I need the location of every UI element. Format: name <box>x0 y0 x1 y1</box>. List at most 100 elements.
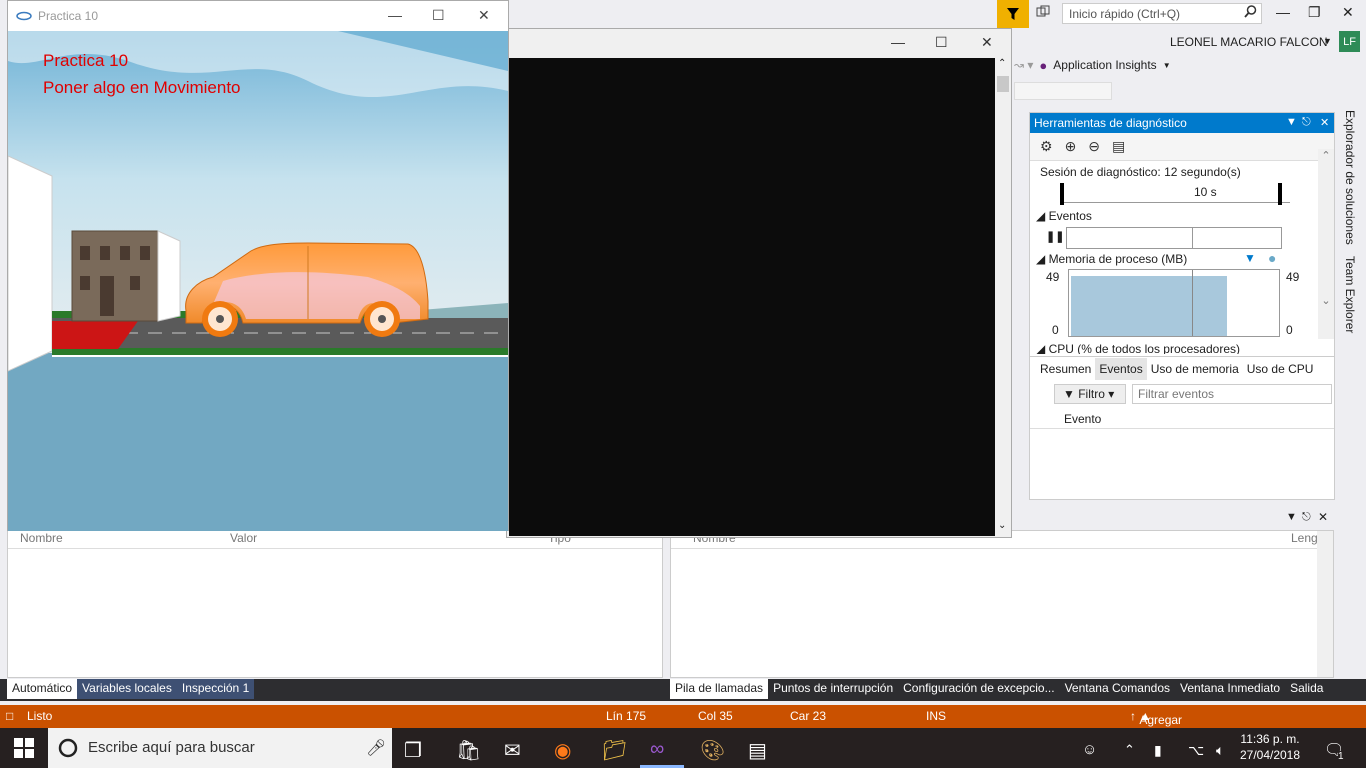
column-name[interactable]: Nombre <box>20 531 63 547</box>
tab-breakpoints[interactable]: Puntos de interrupción <box>768 679 898 699</box>
paint-icon[interactable]: 🎨︎ <box>700 738 725 763</box>
people-icon[interactable]: ☺ <box>1082 741 1097 758</box>
tab-command-window[interactable]: Ventana Comandos <box>1060 679 1175 699</box>
tab-immediate-window[interactable]: Ventana Inmediato <box>1175 679 1285 699</box>
close-icon[interactable]: ✕ <box>478 7 490 24</box>
tab-automatic[interactable]: Automático <box>7 679 78 699</box>
filter-events-input[interactable]: Filtrar eventos <box>1132 384 1332 404</box>
wifi-icon[interactable]: ⌥ <box>1188 742 1204 759</box>
console-app-icon[interactable]: ▤ <box>748 738 767 763</box>
volume-icon[interactable]: 🔈︎ <box>1216 742 1224 759</box>
memory-section-header[interactable]: ◢ Memoria de proceso (MB) <box>1036 252 1187 266</box>
vs-minimize-icon[interactable]: — <box>1276 4 1290 20</box>
clock[interactable]: 11:36 p. m. 27/04/2018 <box>1238 731 1302 763</box>
tab-solution-explorer[interactable]: Explorador de soluciones <box>1343 110 1357 245</box>
diag-scrollbar[interactable]: ⌃ ⌄ <box>1318 149 1334 339</box>
header-divider <box>8 548 662 549</box>
column-value[interactable]: Valor <box>230 531 257 547</box>
events-track[interactable] <box>1066 227 1282 249</box>
callstack-scrollbar[interactable] <box>1317 531 1333 677</box>
firefox-icon[interactable]: ◉ <box>554 738 571 763</box>
tab-call-stack[interactable]: Pila de llamadas <box>670 679 769 699</box>
toolbar-arrows-icon[interactable]: ↝ ▾ <box>1014 58 1033 72</box>
vs-restore-icon[interactable]: ❐ <box>1308 4 1321 21</box>
tab-summary[interactable]: Resumen <box>1036 358 1095 380</box>
battery-icon[interactable]: ▮ <box>1154 742 1162 759</box>
toolbar-combo[interactable] <box>1014 82 1112 100</box>
pin-icon[interactable]: ⎋ <box>1302 511 1311 524</box>
windows-start-icon[interactable] <box>14 738 34 761</box>
application-insights-toolbar[interactable]: ↝ ▾ ● Application Insights ▼ <box>1014 56 1171 74</box>
gc-marker-icon: ● <box>1268 250 1277 266</box>
search-icon[interactable] <box>1244 5 1257 21</box>
file-explorer-icon[interactable]: 📁︎ <box>602 738 627 763</box>
status-col: Col 35 <box>698 709 733 723</box>
events-section-label: Eventos <box>1048 209 1092 223</box>
memory-graph[interactable] <box>1068 269 1280 337</box>
3d-scene[interactable]: Practica 10 Poner algo en Movimiento <box>8 31 508 531</box>
events-column-header[interactable]: Evento <box>1030 409 1334 429</box>
scene-render <box>8 31 508 531</box>
close-icon[interactable]: ✕ <box>1318 510 1328 524</box>
store-icon[interactable]: 🛍︎ <box>456 738 481 763</box>
close-icon[interactable]: ✕ <box>981 34 993 51</box>
console-scrollbar[interactable]: ⌃ ⌄ <box>995 58 1011 536</box>
events-section-header[interactable]: ◢ Eventos <box>1036 209 1092 223</box>
memory-section-label: Memoria de proceso (MB) <box>1048 252 1188 266</box>
maximize-icon[interactable]: ☐ <box>935 34 948 51</box>
status-line: Lín 175 <box>606 709 647 723</box>
tab-watch-1[interactable]: Inspección 1 <box>176 679 255 699</box>
timeline-start-marker[interactable] <box>1060 183 1064 205</box>
gl-titlebar[interactable]: Practica 10 — ☐ ✕ <box>8 1 508 31</box>
chart-icon[interactable]: ▤ <box>1112 138 1125 155</box>
pin-icon[interactable]: ⎋ <box>1302 116 1311 129</box>
close-icon[interactable]: ✕ <box>1320 116 1329 129</box>
console-output[interactable] <box>509 58 995 536</box>
locals-panel: Nombre Valor Tipo <box>7 530 663 678</box>
chevron-down-icon[interactable]: ▼ <box>1163 61 1171 70</box>
chevron-down-icon[interactable]: ▼ <box>1286 116 1297 128</box>
filter-button[interactable]: ▼︎ Filtro ▾ <box>1054 384 1126 404</box>
feedback-filter-icon[interactable] <box>997 0 1029 28</box>
tab-local-variables[interactable]: Variables locales <box>77 679 177 699</box>
window-layout-icon[interactable] <box>1036 5 1050 22</box>
taskbar-search[interactable]: Escribe aquí para buscar 🎤︎ <box>48 728 392 768</box>
scroll-up-icon[interactable]: ⌃ <box>998 58 1006 69</box>
mail-icon[interactable]: ✉ <box>504 738 521 763</box>
minimize-icon[interactable]: — <box>388 7 402 23</box>
task-view-icon[interactable]: ❐ <box>404 738 422 763</box>
cpu-section-header[interactable]: ◢ CPU (% de todos los procesadores) <box>1036 342 1240 354</box>
tab-cpu-usage[interactable]: Uso de CPU <box>1243 358 1318 380</box>
visual-studio-icon[interactable]: ∞ <box>650 738 664 761</box>
tab-team-explorer[interactable]: Team Explorer <box>1343 256 1357 333</box>
chevron-up-icon[interactable]: ⌃ <box>1124 742 1135 758</box>
user-name[interactable]: LEONEL MACARIO FALCON <box>1170 35 1328 49</box>
tab-output[interactable]: Salida <box>1285 679 1328 699</box>
session-label: Sesión de diagnóstico: 12 segundo(s) <box>1040 165 1241 179</box>
column-language[interactable]: Leng <box>1291 531 1318 547</box>
pause-icon[interactable]: ❚❚ <box>1046 230 1064 243</box>
locals-tabs: Automático Variables locales Inspección … <box>7 679 255 699</box>
chevron-down-icon[interactable]: ▼ <box>1323 36 1332 46</box>
filter-label: Filtro <box>1078 387 1105 401</box>
vs-close-icon[interactable]: ✕ <box>1342 4 1354 21</box>
callstack-panel: Nombre Leng <box>670 530 1334 678</box>
minimize-icon[interactable]: — <box>891 34 905 50</box>
source-control-button[interactable]: ↑ Agregar al control de código fuente ▲ <box>1130 709 1182 768</box>
scroll-down-icon[interactable]: ⌄ <box>998 520 1006 531</box>
tab-memory-usage[interactable]: Uso de memoria <box>1147 358 1243 380</box>
quick-launch-input[interactable]: Inicio rápido (Ctrl+Q) <box>1062 3 1262 24</box>
tab-exception-settings[interactable]: Configuración de excepcio... <box>898 679 1059 699</box>
chevron-down-icon[interactable]: ▼ <box>1286 511 1297 523</box>
scroll-thumb[interactable] <box>997 76 1009 92</box>
zoom-in-icon[interactable]: ⊕ <box>1065 138 1077 155</box>
zoom-out-icon[interactable]: ⊖ <box>1088 138 1100 155</box>
maximize-icon[interactable]: ☐ <box>432 7 445 24</box>
avatar[interactable]: LF <box>1339 31 1360 52</box>
timeline-end-marker[interactable] <box>1278 183 1282 205</box>
gear-icon[interactable]: ⚙ <box>1040 138 1053 155</box>
application-insights-button[interactable]: Application Insights <box>1053 58 1156 72</box>
tab-events[interactable]: Eventos <box>1095 357 1147 380</box>
microphone-icon[interactable]: 🎤︎ <box>366 738 386 758</box>
timeline-ruler[interactable]: 10 s <box>1060 183 1290 205</box>
